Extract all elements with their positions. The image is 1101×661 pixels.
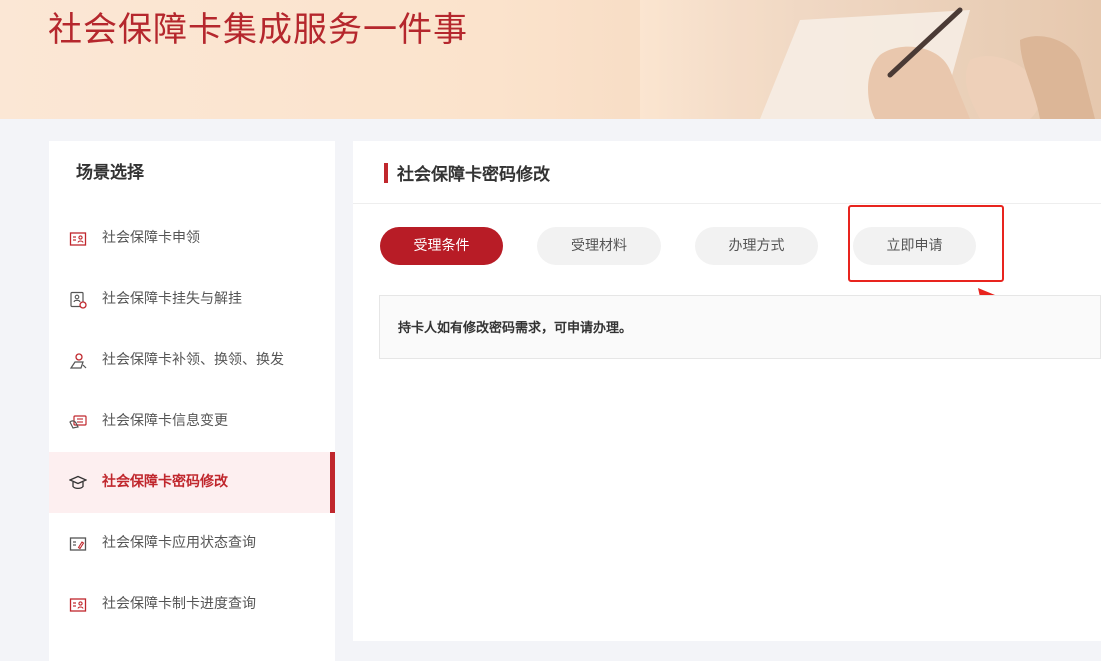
user-replace-icon xyxy=(69,353,87,369)
id-card-lock-icon xyxy=(70,291,87,309)
password-icon xyxy=(69,475,87,490)
sidebar-item-card-application[interactable]: 社会保障卡申领 xyxy=(49,208,335,269)
sidebar-item-label: 社会保障卡信息变更 xyxy=(102,413,228,429)
divider xyxy=(353,203,1101,204)
tab-acceptance-conditions[interactable]: 受理条件 xyxy=(380,227,503,265)
sidebar-item-report-loss[interactable]: 社会保障卡挂失与解挂 xyxy=(49,269,335,330)
progress-query-icon xyxy=(69,598,87,612)
form-icon xyxy=(69,232,87,246)
sidebar-item-info-change[interactable]: 社会保障卡信息变更 xyxy=(49,391,335,452)
sidebar-item-label: 社会保障卡应用状态查询 xyxy=(102,535,256,551)
sidebar-item-replacement[interactable]: 社会保障卡补领、换领、换发 xyxy=(49,330,335,391)
sidebar-item-label: 社会保障卡申领 xyxy=(102,230,200,246)
tab-handling-method[interactable]: 办理方式 xyxy=(695,227,818,265)
apply-highlight-box xyxy=(848,205,1004,282)
banner-title: 社会保障卡集成服务一件事 xyxy=(48,10,468,50)
card-edit-icon xyxy=(69,415,87,429)
tab-acceptance-materials[interactable]: 受理材料 xyxy=(537,227,661,265)
sidebar-item-label: 社会保障卡密码修改 xyxy=(102,474,228,490)
sidebar-item-status-query[interactable]: 社会保障卡应用状态查询 xyxy=(49,513,335,574)
status-query-icon xyxy=(69,537,87,551)
sidebar-item-label: 社会保障卡制卡进度查询 xyxy=(102,596,256,612)
banner-photo xyxy=(640,0,1101,119)
sidebar-title: 场景选择 xyxy=(76,163,144,183)
scene-sidebar: 场景选择 社会保障卡申领 社会保障卡挂失与解挂 社会保障卡补领、换领、换发 社会… xyxy=(49,141,335,661)
acceptance-condition-text: 持卡人如有修改密码需求，可申请办理。 xyxy=(398,321,633,336)
title-accent-bar xyxy=(384,163,388,183)
sidebar-item-label: 社会保障卡补领、换领、换发 xyxy=(102,352,284,368)
tab-content-panel: 持卡人如有修改密码需求，可申请办理。 xyxy=(379,295,1101,359)
main-panel: 社会保障卡密码修改 受理条件 受理材料 办理方式 立即申请 持卡人如有修改密码需… xyxy=(353,141,1101,641)
sidebar-item-progress-query[interactable]: 社会保障卡制卡进度查询 xyxy=(49,574,335,635)
active-indicator xyxy=(330,452,335,513)
sidebar-item-password-change[interactable]: 社会保障卡密码修改 xyxy=(49,452,335,513)
sidebar-item-label: 社会保障卡挂失与解挂 xyxy=(102,291,242,307)
page-title: 社会保障卡密码修改 xyxy=(397,165,550,185)
page-banner: 社会保障卡集成服务一件事 xyxy=(0,0,1101,119)
